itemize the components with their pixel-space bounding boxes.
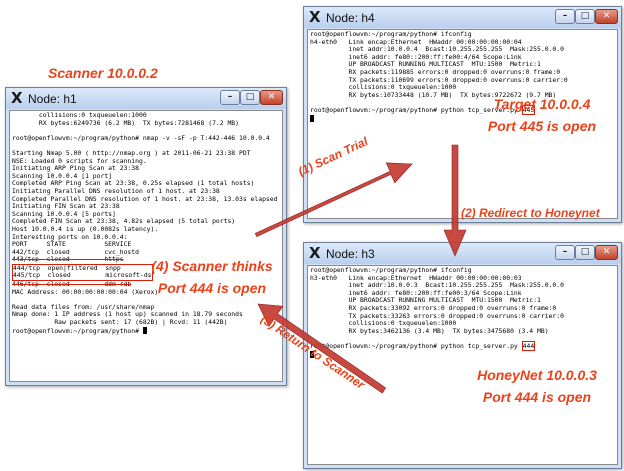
maximize-icon: □ <box>580 247 590 257</box>
terminal-window-h1[interactable]: X Node: h1 – □ ✕ collisions:0 txqueuelen… <box>5 87 287 386</box>
window-title: Node: h4 <box>326 11 375 25</box>
maximize-button[interactable]: □ <box>575 245 595 260</box>
title-bar[interactable]: X Node: h1 – □ ✕ <box>6 88 286 109</box>
scanner-thinks-label: (4) Scanner thinks Port 444 is open <box>140 255 284 299</box>
maximize-button[interactable]: □ <box>240 90 260 105</box>
minimize-icon: – <box>562 247 568 257</box>
close-icon: ✕ <box>267 92 276 102</box>
terminal-cursor <box>142 326 147 334</box>
ifconfig-output: root@openflowvm:~/program/python# ifconf… <box>310 266 564 350</box>
honeynet-label: HoneyNet 10.0.0.3 Port 444 is open <box>458 364 616 408</box>
port-443-line: 443/tcp closed https <box>12 255 124 264</box>
maximize-icon: □ <box>580 11 590 21</box>
redirect-label: (2) Redirect to Honeynet <box>461 206 600 220</box>
maximize-icon: □ <box>245 92 255 102</box>
close-icon: ✕ <box>602 247 611 257</box>
minimize-icon: – <box>562 11 568 21</box>
minimize-button[interactable]: – <box>555 245 575 260</box>
window-title: Node: h3 <box>326 247 375 261</box>
honeynet-ip-text: HoneyNet 10.0.0.3 <box>477 367 597 383</box>
nmap-output: collisions:0 txqueuelen:1000 RX bytes:62… <box>12 111 278 256</box>
x-app-icon: X <box>309 244 321 262</box>
terminal-cursor <box>310 114 314 122</box>
minimize-button[interactable]: – <box>220 90 240 105</box>
scanner-thinks-port-text: Port 444 is open <box>157 280 267 296</box>
port-444-argument: 444 <box>521 340 536 351</box>
highlighted-ports-box: 444/tcp open|filtered snpp 445/tcp close… <box>12 263 153 282</box>
target-label: Target 10.0.0.4 Port 445 is open <box>472 93 612 137</box>
target-ip-text: Target 10.0.0.4 <box>493 96 591 112</box>
close-button[interactable]: ✕ <box>595 245 618 260</box>
title-bar[interactable]: X Node: h3 – □ ✕ <box>304 243 621 264</box>
minimize-button[interactable]: – <box>555 9 575 24</box>
close-button[interactable]: ✕ <box>595 9 618 24</box>
scanner-thinks-text: (4) Scanner thinks <box>151 258 273 274</box>
title-bar[interactable]: X Node: h4 – □ ✕ <box>304 7 621 28</box>
terminal-output[interactable]: collisions:0 txqueuelen:1000 RX bytes:62… <box>9 110 283 382</box>
target-port-text: Port 445 is open <box>487 118 597 134</box>
minimize-icon: – <box>227 92 233 102</box>
window-title: Node: h1 <box>28 92 77 106</box>
close-icon: ✕ <box>602 11 611 21</box>
close-button[interactable]: ✕ <box>260 90 283 105</box>
terminal-window-h3[interactable]: X Node: h3 – □ ✕ root@openflowvm:~/progr… <box>303 242 622 469</box>
honeynet-port-text: Port 444 is open <box>482 389 592 405</box>
maximize-button[interactable]: □ <box>575 9 595 24</box>
terminal-text: root@openflowvm:~/program/python# ifconf… <box>308 266 617 360</box>
x-app-icon: X <box>11 89 23 107</box>
x-app-icon: X <box>309 8 321 26</box>
scanner-label: Scanner 10.0.0.2 <box>48 65 158 81</box>
terminal-text: collisions:0 txqueuelen:1000 RX bytes:62… <box>10 111 282 336</box>
